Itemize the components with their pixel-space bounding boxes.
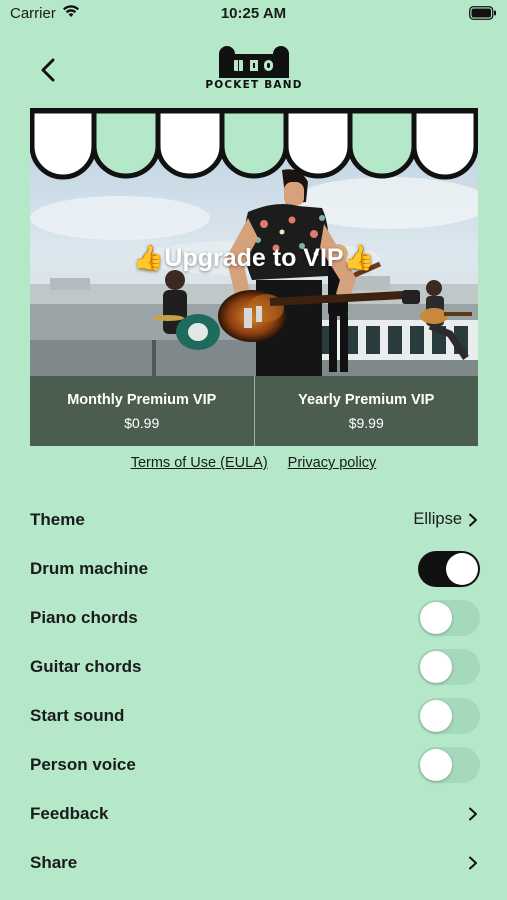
person-voice-toggle[interactable] [418, 746, 480, 783]
share-row[interactable]: Share [30, 838, 480, 887]
drum-machine-row: Drum machine [30, 544, 480, 593]
logo-mascot-icon [219, 46, 289, 78]
piano-chords-label: Piano chords [30, 607, 138, 627]
privacy-link[interactable]: Privacy policy [288, 455, 377, 471]
start-sound-toggle[interactable] [418, 697, 480, 734]
monthly-plan-price: $0.99 [124, 414, 160, 431]
back-button[interactable] [34, 54, 62, 86]
yearly-plan-name: Yearly Premium VIP [298, 391, 435, 408]
feedback-label: Feedback [30, 803, 109, 823]
chevron-right-icon [469, 807, 477, 820]
vip-banner[interactable]: 👍Upgrade to VIP👍 Monthly Premium VIP $0.… [30, 108, 478, 446]
piano-chords-row: Piano chords [30, 593, 480, 642]
chevron-right-icon [469, 513, 477, 526]
theme-label: Theme [30, 509, 85, 529]
guitar-chords-toggle[interactable] [418, 648, 480, 685]
terms-link[interactable]: Terms of Use (EULA) [131, 455, 268, 471]
monthly-plan-name: Monthly Premium VIP [67, 391, 217, 408]
yearly-plan-price: $9.99 [348, 414, 384, 431]
logo-wordmark: POCKET BAND [205, 79, 303, 91]
yearly-plan-button[interactable]: Yearly Premium VIP $9.99 [253, 376, 479, 446]
share-label: Share [30, 852, 78, 872]
guitar-chords-row: Guitar chords [30, 642, 480, 691]
piano-chords-toggle[interactable] [418, 599, 480, 636]
feedback-row[interactable]: Feedback [30, 789, 480, 838]
drum-machine-toggle[interactable] [418, 550, 480, 587]
status-time: 10:25 AM [220, 5, 287, 22]
settings-list: Theme Ellipse Drum machine Piano chords … [30, 495, 480, 887]
status-bar: Carrier 10:25 AM [0, 0, 507, 28]
chevron-left-icon [41, 58, 55, 82]
chevron-right-icon [469, 856, 477, 869]
awning-decoration [30, 108, 478, 180]
app-logo: POCKET BAND [196, 44, 312, 92]
person-voice-row: Person voice [30, 740, 480, 789]
theme-value: Ellipse [413, 510, 462, 528]
upgrade-title: 👍Upgrade to VIP👍 [133, 244, 375, 272]
drum-machine-label: Drum machine [30, 558, 149, 578]
legal-links: Terms of Use (EULA) Privacy policy [0, 455, 507, 471]
battery-icon [469, 6, 496, 20]
plan-selector: Monthly Premium VIP $0.99 Yearly Premium… [30, 376, 478, 446]
theme-row[interactable]: Theme Ellipse [30, 495, 480, 544]
person-voice-label: Person voice [30, 754, 136, 774]
guitar-chords-label: Guitar chords [30, 656, 142, 676]
start-sound-row: Start sound [30, 691, 480, 740]
start-sound-label: Start sound [30, 705, 125, 725]
monthly-plan-button[interactable]: Monthly Premium VIP $0.99 [30, 376, 254, 446]
